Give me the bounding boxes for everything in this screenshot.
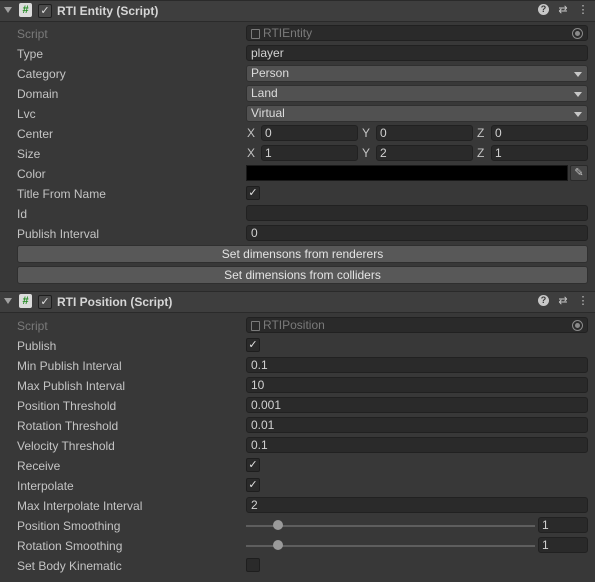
script-name: RTIEntity — [263, 26, 313, 40]
center-label: Center — [17, 127, 54, 141]
preset-icon[interactable]: ⇄ — [557, 294, 569, 308]
size-z-input[interactable]: 1 — [491, 145, 588, 161]
lvc-label: Lvc — [17, 107, 36, 121]
rotation-smoothing-slider[interactable] — [246, 540, 535, 550]
script-icon: # — [19, 294, 32, 308]
size-label: Size — [17, 147, 41, 161]
eyedropper-icon[interactable]: ✎ — [570, 165, 588, 181]
receive-label: Receive — [17, 459, 61, 473]
lvc-dropdown[interactable]: Virtual — [246, 105, 588, 122]
rotation-threshold-input[interactable]: 0.01 — [246, 417, 588, 433]
color-swatch[interactable] — [246, 165, 568, 181]
slider-thumb[interactable] — [272, 540, 283, 550]
domain-dropdown[interactable]: Land — [246, 85, 588, 102]
size-x-input[interactable]: 1 — [261, 145, 358, 161]
foldout-arrow-icon[interactable] — [4, 298, 12, 304]
component-title: RTI Position (Script) — [57, 295, 173, 309]
color-label: Color — [17, 167, 46, 181]
script-name: RTIPosition — [263, 318, 325, 332]
set-body-kinematic-checkbox[interactable] — [246, 558, 260, 572]
script-object-field[interactable]: RTIPosition — [246, 317, 588, 333]
id-input[interactable] — [246, 205, 588, 221]
publish-interval-input[interactable]: 0 — [246, 225, 588, 241]
rotation-smoothing-label: Rotation Smoothing — [17, 539, 123, 553]
size-vector-field: X1 Y2 Z1 — [246, 145, 588, 161]
velocity-threshold-label: Velocity Threshold — [17, 439, 115, 453]
size-x-label[interactable]: X — [246, 146, 261, 160]
slider-thumb[interactable] — [272, 520, 283, 530]
chevron-down-icon — [574, 112, 582, 117]
script-asset-icon — [251, 29, 260, 39]
title-from-name-label: Title From Name — [17, 187, 106, 201]
component-enabled-checkbox[interactable]: ✓ — [38, 295, 52, 309]
lvc-value: Virtual — [251, 106, 285, 120]
domain-label: Domain — [17, 87, 59, 101]
interpolate-checkbox[interactable]: ✓ — [246, 478, 260, 492]
id-label: Id — [17, 207, 28, 221]
max-publish-interval-input[interactable]: 10 — [246, 377, 588, 393]
size-y-label[interactable]: Y — [361, 146, 376, 160]
help-icon[interactable]: ? — [538, 4, 549, 15]
center-vector-field: X0 Y0 Z0 — [246, 125, 588, 141]
help-icon[interactable]: ? — [538, 295, 549, 306]
position-threshold-input[interactable]: 0.001 — [246, 397, 588, 413]
max-interpolate-interval-label: Max Interpolate Interval — [17, 499, 143, 513]
object-picker-icon[interactable] — [572, 28, 583, 39]
center-x-input[interactable]: 0 — [261, 125, 358, 141]
interpolate-label: Interpolate — [17, 479, 74, 493]
center-y-input[interactable]: 0 — [376, 125, 473, 141]
max-publish-interval-label: Max Publish Interval — [17, 379, 126, 393]
center-y-label[interactable]: Y — [361, 126, 376, 140]
type-label: Type — [17, 47, 44, 61]
category-label: Category — [17, 67, 66, 81]
component-enabled-checkbox[interactable]: ✓ — [38, 4, 52, 18]
rotation-threshold-label: Rotation Threshold — [17, 419, 119, 433]
title-from-name-checkbox[interactable]: ✓ — [246, 186, 260, 200]
position-smoothing-slider[interactable] — [246, 520, 535, 530]
set-body-kinematic-label: Set Body Kinematic — [17, 559, 122, 573]
receive-checkbox[interactable]: ✓ — [246, 458, 260, 472]
publish-interval-label: Publish Interval — [17, 227, 100, 241]
type-input[interactable]: player — [246, 45, 588, 61]
preset-icon[interactable]: ⇄ — [557, 3, 569, 17]
min-publish-interval-label: Min Publish Interval — [17, 359, 122, 373]
script-icon: # — [19, 3, 32, 17]
min-publish-interval-input[interactable]: 0.1 — [246, 357, 588, 373]
set-dimensions-renderers-button[interactable]: Set dimensons from renderers — [17, 245, 588, 263]
rti-entity-header[interactable]: # ✓ RTI Entity (Script) ? ⇄ ⋮ — [0, 0, 595, 22]
script-asset-icon — [251, 321, 260, 331]
category-dropdown[interactable]: Person — [246, 65, 588, 82]
size-y-input[interactable]: 2 — [376, 145, 473, 161]
center-x-label[interactable]: X — [246, 126, 261, 140]
velocity-threshold-input[interactable]: 0.1 — [246, 437, 588, 453]
context-menu-icon[interactable]: ⋮ — [577, 3, 589, 17]
rti-position-header[interactable]: # ✓ RTI Position (Script) ? ⇄ ⋮ — [0, 291, 595, 313]
center-z-label[interactable]: Z — [476, 126, 491, 140]
object-picker-icon[interactable] — [572, 320, 583, 331]
set-dimensions-colliders-button[interactable]: Set dimensions from colliders — [17, 266, 588, 284]
context-menu-icon[interactable]: ⋮ — [577, 294, 589, 308]
size-z-label[interactable]: Z — [476, 146, 491, 160]
position-smoothing-input[interactable]: 1 — [538, 517, 588, 533]
position-threshold-label: Position Threshold — [17, 399, 117, 413]
foldout-arrow-icon[interactable] — [4, 7, 12, 13]
center-z-input[interactable]: 0 — [491, 125, 588, 141]
chevron-down-icon — [574, 92, 582, 97]
category-value: Person — [251, 66, 290, 80]
component-title: RTI Entity (Script) — [57, 4, 159, 18]
publish-checkbox[interactable]: ✓ — [246, 338, 260, 352]
position-smoothing-label: Position Smoothing — [17, 519, 121, 533]
rotation-smoothing-input[interactable]: 1 — [538, 537, 588, 553]
publish-label: Publish — [17, 339, 57, 353]
script-label: Script — [17, 27, 48, 41]
domain-value: Land — [251, 86, 278, 100]
max-interpolate-interval-input[interactable]: 2 — [246, 497, 588, 513]
chevron-down-icon — [574, 72, 582, 77]
script-object-field[interactable]: RTIEntity — [246, 25, 588, 41]
script-label: Script — [17, 319, 48, 333]
